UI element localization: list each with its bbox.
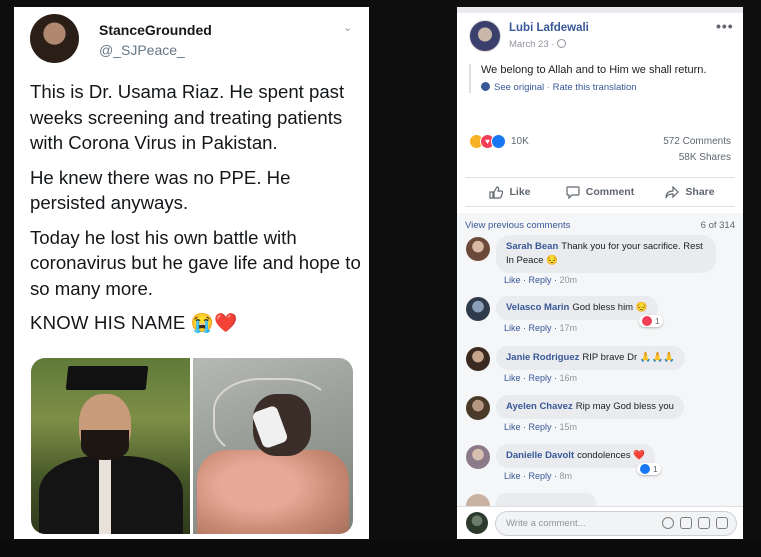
comment-like-link[interactable]: Like	[504, 422, 521, 432]
camera-icon[interactable]	[680, 517, 692, 529]
comment-page-count: 6 of 314	[700, 220, 735, 231]
commenter-name[interactable]: Velasco Marin	[506, 302, 569, 313]
comment-text: Rip may God bless you	[575, 401, 674, 412]
translation-links: See original · Rate this translation	[481, 82, 733, 93]
gear-icon	[481, 82, 490, 91]
comment-like-link[interactable]: Like	[504, 373, 521, 383]
background-taskbar	[0, 540, 761, 557]
comment-reply-link[interactable]: Reply	[529, 373, 552, 383]
comment-bubble: Sarah Bean Thank you for your sacrifice. …	[496, 235, 716, 273]
comment-text: condolences ❤️	[577, 450, 645, 461]
comment-bubble: Velasco Marin God bless him 😔	[496, 296, 658, 320]
like-button[interactable]: Like	[465, 178, 555, 206]
comment-bubble: Ayelen Chavez Rip may God bless you	[496, 395, 684, 419]
comment-text: God bless him 😔	[572, 302, 648, 313]
comment-icon	[566, 185, 580, 199]
comment-bubble: Danielle Davolt condolences ❤️	[496, 444, 655, 468]
share-icon	[665, 185, 680, 198]
tweet-card: StanceGrounded @_SJPeace_ ⌄ This is Dr. …	[14, 7, 369, 539]
comment-meta: Like · Reply · 15m	[504, 422, 578, 432]
tweet-author-handle[interactable]: @_SJPeace_	[99, 42, 185, 58]
commenter-avatar[interactable]	[466, 237, 490, 261]
view-previous-comments-link[interactable]: View previous comments	[465, 220, 570, 231]
comment-input[interactable]: Write a comment...	[495, 511, 737, 536]
comment-time[interactable]: 20m	[560, 275, 578, 285]
globe-icon	[557, 39, 567, 48]
chevron-down-icon[interactable]: ⌄	[343, 21, 352, 34]
comment-like-link[interactable]: Like	[504, 275, 521, 285]
love-reaction-icon	[642, 316, 652, 326]
reactions-summary[interactable]: ♥ 10K	[469, 134, 529, 149]
comment-bubble: Janie Rodriguez RIP brave Dr 🙏🙏🙏	[496, 346, 686, 370]
like-reaction-icon	[491, 134, 506, 149]
tweet-media[interactable]	[31, 358, 353, 534]
comments-count[interactable]: 572 Comments	[663, 136, 731, 147]
facebook-post-card: Lubi Lafdewali March 23 · ••• We belong …	[457, 7, 743, 539]
comment-text: RIP brave Dr 🙏🙏🙏	[582, 352, 676, 363]
commenter-avatar[interactable]	[466, 396, 490, 420]
current-user-avatar	[466, 512, 488, 534]
tweet-author-name[interactable]: StanceGrounded	[99, 22, 212, 38]
commenter-avatar[interactable]	[466, 347, 490, 371]
reaction-count: 10K	[511, 136, 529, 147]
see-original-link[interactable]: See original	[494, 82, 544, 93]
commenter-avatar[interactable]	[466, 297, 490, 321]
tweet-author-avatar[interactable]	[30, 14, 79, 63]
tweet-paragraph: He knew there was no PPE. He persisted a…	[30, 166, 291, 214]
comment-meta: Like · Reply · 20m	[504, 275, 578, 285]
sticker-icon[interactable]	[716, 517, 728, 529]
tweet-text: This is Dr. Usama Riaz. He spent past we…	[30, 79, 362, 345]
comment-time[interactable]: 17m	[560, 323, 578, 333]
comment-meta: Like · Reply · 16m	[504, 373, 578, 383]
share-button[interactable]: Share	[645, 178, 735, 206]
post-body: We belong to Allah and to Him we shall r…	[469, 64, 733, 93]
comment-reactions[interactable]: 1	[639, 315, 663, 327]
comment-time[interactable]: 8m	[560, 471, 573, 481]
hospital-photo[interactable]	[193, 358, 353, 534]
commenter-name[interactable]: Janie Rodriguez	[506, 352, 579, 363]
rate-translation-link[interactable]: Rate this translation	[553, 82, 637, 93]
gif-icon[interactable]	[698, 517, 710, 529]
commenter-avatar[interactable]	[466, 445, 490, 469]
write-comment-bar: Write a comment...	[457, 506, 743, 539]
comment-like-link[interactable]: Like	[504, 471, 521, 481]
commenter-name[interactable]: Ayelen Chavez	[506, 401, 573, 412]
post-text: We belong to Allah and to Him we shall r…	[481, 64, 707, 76]
commenter-name[interactable]: Danielle Davolt	[506, 450, 574, 461]
graduation-photo[interactable]	[31, 358, 190, 534]
comment-time[interactable]: 16m	[560, 373, 578, 383]
tweet-paragraph: KNOW HIS NAME 😭❤️	[30, 312, 238, 333]
comment-meta: Like · Reply · 8m	[504, 471, 573, 481]
thumbs-up-icon	[489, 185, 504, 199]
comment-reply-link[interactable]: Reply	[529, 471, 552, 481]
comment-reply-link[interactable]: Reply	[529, 323, 552, 333]
comment-like-link[interactable]: Like	[504, 323, 521, 333]
comment-meta: Like · Reply · 17m	[504, 323, 578, 333]
emoji-icon[interactable]	[662, 517, 674, 529]
tweet-paragraph: This is Dr. Usama Riaz. He spent past we…	[30, 81, 345, 153]
shares-count[interactable]: 58K Shares	[679, 152, 731, 163]
comment-button[interactable]: Comment	[555, 178, 645, 206]
commenter-name[interactable]: Sarah Bean	[506, 241, 558, 252]
more-options-icon[interactable]: •••	[716, 18, 734, 34]
like-reaction-icon	[640, 464, 650, 474]
tweet-paragraph: Today he lost his own battle with corona…	[30, 226, 361, 299]
comment-reactions[interactable]: 1	[637, 463, 661, 475]
post-date[interactable]: March 23 ·	[509, 39, 567, 50]
comment-time[interactable]: 15m	[560, 422, 578, 432]
comment-reply-link[interactable]: Reply	[529, 275, 552, 285]
post-author-name[interactable]: Lubi Lafdewali	[509, 22, 589, 34]
post-actions: Like Comment Share	[465, 177, 735, 207]
post-author-avatar[interactable]	[469, 20, 501, 52]
comment-reply-link[interactable]: Reply	[529, 422, 552, 432]
